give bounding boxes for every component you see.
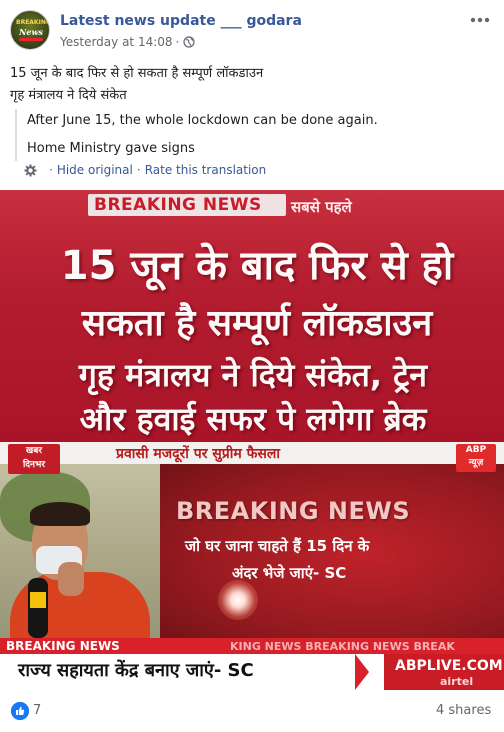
post-original-text: 15 जून के बाद फिर से हो सकता है सम्पूर्ण… (10, 63, 263, 107)
breaking-news-badge-text: BREAKING NEWS (94, 195, 262, 215)
page-name-link[interactable]: Latest news update ___ godara (60, 13, 302, 29)
rate-translation-link[interactable]: Rate this translation (145, 163, 267, 177)
image1-headline-line-2: सकता है सम्पूर्ण लॉकडाउन (81, 303, 433, 344)
breaking-news-headline: BREAKING NEWS (176, 497, 411, 525)
avatar-middle-text: News (19, 27, 43, 37)
microphone-icon (28, 578, 48, 638)
avatar-top-text: BREAKING (16, 19, 50, 26)
image1-headline-line-1: 15 जून के बाद फिर से हो (60, 243, 454, 289)
sc-line-1: जो घर जाना चाहते हैं 15 दिन के (185, 537, 370, 555)
image1-headline-line-4: और हवाई सफर पे लगेगा ब्रेक (79, 400, 427, 438)
abp-news-logo: ABP न्यूज़ (456, 444, 496, 472)
ticker-label: BREAKING NEWS (6, 639, 120, 653)
reporter-hair (30, 502, 90, 526)
avatar-bottom-bar (19, 38, 43, 41)
ticker-arrow (355, 654, 369, 690)
original-line-1: 15 जून के बाद फिर से हो सकता है सम्पूर्ण… (10, 66, 264, 81)
abplive-site-text: ABPLIVE.COM (395, 658, 503, 674)
hide-original-link[interactable]: Hide original (57, 163, 133, 177)
shares-count[interactable]: 4 shares (436, 703, 491, 718)
sc-line-2: अंदर भेजे जाएं- SC (232, 564, 347, 582)
translation-line-1: After June 15, the whole lockdown can be… (27, 113, 378, 128)
links-separator: · (136, 163, 141, 177)
ticker-main-text: राज्य सहायता केंद्र बनाए जाएं- SC (18, 660, 254, 681)
post-image-breaking-news-2[interactable]: प्रवासी मजदूरों पर सुप्रीम फैसला खबर दिन… (0, 442, 504, 690)
translation-block: After June 15, the whole lockdown can be… (15, 109, 495, 161)
light-flare (218, 580, 258, 620)
facebook-post: BREAKING News Latest news update ___ god… (0, 0, 504, 732)
image1-headline-line-3: गृह मंत्रालय ने दिये संकेत, ट्रेन (78, 356, 428, 394)
meta-separator: · (175, 35, 180, 49)
khabar-logo-line-1: खबर (25, 446, 43, 456)
translation-line-2: Home Ministry gave signs (27, 141, 195, 156)
khabar-logo-line-2: दिनभर (22, 460, 46, 470)
breaking-news-hindi-tag: सबसे पहले (291, 198, 352, 216)
ticker-scroll-text: KING NEWS BREAKING NEWS BREAK (230, 640, 455, 653)
like-count[interactable]: 7 (33, 703, 41, 718)
mic-flag (30, 592, 46, 608)
sponsor-text: airtel (440, 675, 474, 688)
abp-logo-line-1: ABP (465, 445, 487, 455)
like-reaction-icon[interactable] (11, 702, 29, 720)
post-image-breaking-news-1[interactable]: BREAKING NEWS सबसे पहले 15 जून के बाद फि… (0, 190, 504, 442)
abp-logo-line-2: न्यूज़ (468, 458, 484, 468)
post-timestamp[interactable]: Yesterday at 14:08 (60, 35, 173, 49)
translation-links: · Hide original · Rate this translation (24, 163, 266, 177)
reporter-hand (58, 562, 84, 596)
page-avatar[interactable]: BREAKING News (10, 10, 50, 50)
links-leading-dot: · (49, 163, 53, 177)
original-line-2: गृह मंत्रालय ने दिये संकेत (10, 88, 127, 103)
globe-icon[interactable] (183, 36, 195, 48)
gear-icon[interactable] (24, 164, 37, 177)
more-options-icon[interactable] (468, 12, 492, 30)
top-banner-text: प्रवासी मजदूरों पर सुप्रीम फैसला (116, 446, 280, 462)
post-meta: Yesterday at 14:08 · (60, 35, 195, 49)
khabar-dinbhar-logo: खबर दिनभर (8, 444, 60, 474)
post-footer (0, 690, 504, 732)
